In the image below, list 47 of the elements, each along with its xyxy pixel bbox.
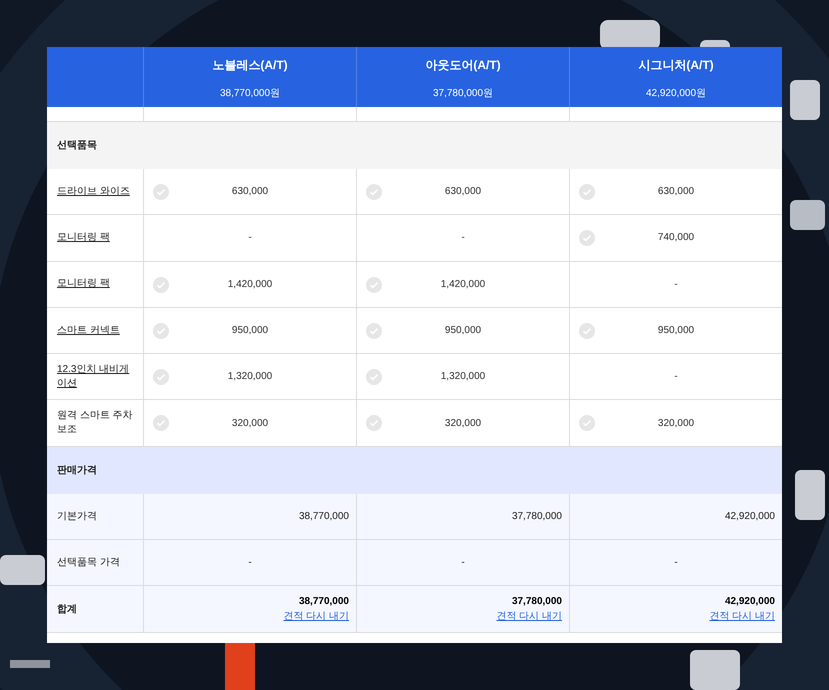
section-title: 판매가격: [57, 464, 97, 478]
price-value: -: [461, 556, 465, 570]
option-price: 1,420,000: [228, 278, 272, 292]
total-price: 37,780,000: [512, 595, 562, 610]
option-price: 630,000: [444, 185, 482, 200]
model-name: 노블레스(A/T): [212, 57, 288, 74]
option-name: 원격 스마트 주차 보조: [57, 409, 133, 438]
option-price: 1,320,000: [228, 370, 272, 384]
option-link[interactable]: 드라이브 와이즈: [57, 184, 130, 199]
row-label: 선택품목 가격: [57, 556, 120, 570]
price-value: 42,920,000: [724, 510, 775, 524]
option-price: 1,420,000: [440, 278, 486, 292]
total-price: 38,770,000: [298, 595, 349, 610]
option-price: 950,000: [444, 324, 482, 338]
option-price: 740,000: [658, 231, 694, 246]
option-price: 630,000: [232, 185, 268, 200]
option-price: 320,000: [444, 416, 482, 431]
option-price: -: [674, 370, 678, 384]
option-link[interactable]: 스마트 커넥트: [57, 324, 120, 338]
model-name: 시그니처(A/T): [638, 57, 714, 74]
price-value: 38,770,000: [298, 510, 349, 524]
price-value: -: [674, 556, 678, 570]
option-price: 950,000: [232, 324, 268, 338]
model-price: 38,770,000원: [220, 87, 280, 101]
option-link[interactable]: 12.3인치 내비게이션: [57, 362, 133, 391]
row-label: 기본가격: [57, 510, 97, 524]
option-price: 320,000: [232, 416, 268, 431]
model-price: 42,920,000원: [646, 87, 706, 101]
row-label: 합계: [57, 602, 77, 617]
option-price: 1,320,000: [440, 370, 486, 384]
price-value: 37,780,000: [512, 510, 562, 524]
option-price: 630,000: [658, 185, 694, 200]
option-price: -: [674, 278, 678, 292]
option-price: -: [461, 231, 465, 246]
option-link[interactable]: 모니터링 팩: [57, 230, 110, 245]
section-title: 선택품목: [57, 139, 97, 153]
option-link[interactable]: 모니터링 팩: [57, 277, 110, 292]
requote-link[interactable]: 견적 다시 내기: [283, 609, 349, 624]
price-value: -: [248, 556, 252, 570]
model-name: 아웃도어(A/T): [425, 57, 501, 74]
option-price: 320,000: [658, 416, 694, 431]
requote-link[interactable]: 견적 다시 내기: [709, 609, 775, 624]
total-price: 42,920,000: [724, 595, 775, 610]
model-price: 37,780,000원: [432, 87, 494, 101]
option-price: -: [248, 231, 252, 246]
requote-link[interactable]: 견적 다시 내기: [496, 609, 562, 624]
option-price: 950,000: [658, 324, 694, 338]
